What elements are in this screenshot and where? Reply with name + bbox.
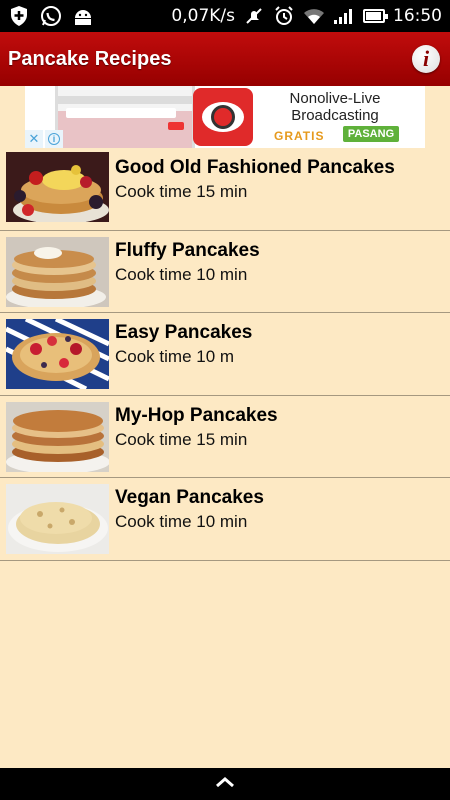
- android-icon: [72, 5, 94, 27]
- chevron-up-icon[interactable]: [214, 775, 236, 794]
- whatsapp-icon: [40, 5, 62, 27]
- status-notifications: [8, 5, 94, 27]
- recipe-thumbnail: [6, 236, 109, 307]
- recipe-text: Easy Pancakes Cook time 10 m: [115, 313, 252, 368]
- ad-install-button[interactable]: PASANG: [343, 126, 399, 142]
- wifi-icon: [303, 5, 325, 27]
- ad-choices-label: i: [48, 133, 60, 145]
- status-bar: 0,07K/s 16:50: [0, 0, 450, 32]
- recipe-text: Good Old Fashioned Pancakes Cook time 15…: [115, 148, 395, 203]
- recipe-text: My-Hop Pancakes Cook time 15 min: [115, 396, 278, 451]
- mute-icon: [243, 5, 265, 27]
- network-speed: 0,07K/s: [171, 6, 235, 26]
- info-button[interactable]: i: [412, 45, 440, 73]
- signal-icon: [333, 5, 355, 27]
- recipe-name: Easy Pancakes: [115, 322, 253, 343]
- recipe-name: My-Hop Pancakes: [115, 404, 278, 426]
- recipe-item-good-old-fashioned[interactable]: Good Old Fashioned Pancakes Cook time 15…: [0, 148, 450, 231]
- recipe-thumbnail: [6, 484, 109, 554]
- ad-close-icon[interactable]: ✕: [25, 130, 43, 148]
- recipe-list: Good Old Fashioned Pancakes Cook time 15…: [0, 148, 450, 561]
- ad-app-screenshot: [55, 86, 195, 148]
- recipe-text: Fluffy Pancakes Cook time 10 min: [115, 231, 260, 286]
- ad-free-label: GRATIS: [274, 129, 325, 143]
- recipe-name: Good Old Fashioned Pancakes: [115, 157, 395, 178]
- recipe-name: Vegan Pancakes: [115, 487, 264, 508]
- recipe-item-easy[interactable]: Easy Pancakes Cook time 10 m: [0, 313, 450, 396]
- navigation-bar: [0, 768, 450, 800]
- clock: 16:50: [393, 6, 442, 26]
- status-system: 0,07K/s 16:50: [171, 5, 442, 27]
- ad-banner[interactable]: Nonolive-Live Broadcasting GRATIS PASANG…: [25, 86, 425, 148]
- recipe-item-vegan[interactable]: Vegan Pancakes Cook time 10 min: [0, 478, 450, 561]
- recipe-thumbnail: [6, 401, 109, 472]
- app-bar: Pancake Recipes i: [0, 32, 450, 86]
- recipe-thumbnail: [6, 319, 109, 389]
- recipe-cook-time: Cook time 10 m: [115, 347, 235, 366]
- battery-icon: [363, 5, 388, 27]
- recipe-thumbnail: [6, 152, 109, 222]
- ad-title: Nonolive-Live Broadcasting: [289, 90, 381, 124]
- recipe-text: Vegan Pancakes Cook time 10 min: [115, 478, 264, 533]
- recipe-item-my-hop[interactable]: My-Hop Pancakes Cook time 15 min: [0, 396, 450, 478]
- recipe-cook-time: Cook time 10 min: [115, 264, 248, 284]
- ad-choices-icon[interactable]: i: [45, 130, 63, 148]
- shield-plus-icon: [8, 5, 30, 27]
- recipe-cook-time: Cook time 10 min: [115, 512, 248, 531]
- info-icon: i: [422, 46, 430, 71]
- recipe-cook-time: Cook time 15 min: [115, 429, 248, 449]
- recipe-name: Fluffy Pancakes: [115, 239, 260, 261]
- recipe-cook-time: Cook time 15 min: [115, 182, 248, 201]
- recipe-item-fluffy[interactable]: Fluffy Pancakes Cook time 10 min: [0, 231, 450, 313]
- alarm-icon: [273, 5, 295, 27]
- app-title: Pancake Recipes: [8, 47, 172, 70]
- eye-icon: [202, 102, 244, 132]
- ad-app-icon: [193, 88, 253, 146]
